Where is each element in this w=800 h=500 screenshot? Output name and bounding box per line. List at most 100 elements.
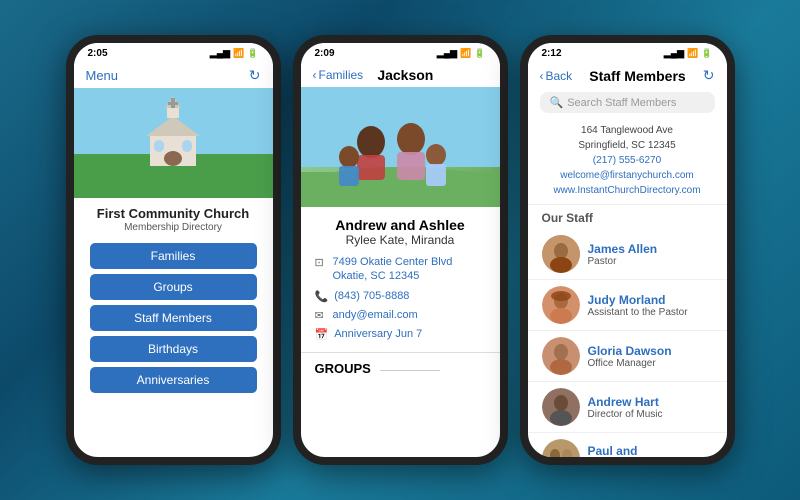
status-bar-1: 2:05 ▂▄▆ 📶 🔋 (74, 43, 273, 63)
search-bar[interactable]: 🔍 Search Staff Members (540, 92, 715, 113)
nav-title-jackson: Jackson (377, 67, 433, 83)
list-item[interactable]: Paul and Patricia Franks (528, 433, 727, 457)
staff-info-gloria: Gloria Dawson Office Manager (588, 344, 713, 369)
signal-icon-2: ▂▄▆ (437, 48, 457, 59)
nav-bar-1: Menu ↻ (74, 63, 273, 88)
avatar-gloria (542, 337, 580, 375)
time-1: 2:05 (88, 48, 108, 59)
list-item[interactable]: Andrew Hart Director of Music (528, 382, 727, 433)
avatar-judy (542, 286, 580, 324)
btn-staff[interactable]: Staff Members (90, 305, 257, 331)
refresh-3[interactable]: ↻ (703, 67, 715, 84)
btn-birthdays[interactable]: Birthdays (90, 336, 257, 362)
church-subtitle: Membership Directory (78, 222, 269, 233)
staff-name-james: James Allen (588, 242, 713, 256)
search-icon: 🔍 (550, 96, 564, 109)
detail-anniversary: 📅 Anniversary Jun 7 (315, 327, 486, 341)
phone-3-content: ‹ Back Staff Members ↻ 🔍 Search Staff Me… (528, 63, 727, 457)
family-image (301, 87, 500, 207)
church-image (74, 88, 273, 198)
church-illustration (128, 94, 218, 194)
location-icon: ⊡ (315, 256, 327, 269)
phone-icon: 📞 (315, 290, 329, 303)
family-name-main: Andrew and Ashlee (315, 217, 486, 233)
phone-text[interactable]: (843) 705-8888 (334, 289, 409, 303)
address-website[interactable]: www.InstantChurchDirectory.com (542, 183, 713, 198)
address-email[interactable]: welcome@firstanychurch.com (542, 168, 713, 183)
btn-groups[interactable]: Groups (90, 274, 257, 300)
staff-info-paul: Paul and Patricia Franks (588, 444, 713, 457)
staff-role-andrew: Director of Music (588, 409, 713, 420)
status-bar-2: 2:09 ▂▄▆ 📶 🔋 (301, 43, 500, 63)
address-phone[interactable]: (217) 555-6270 (542, 153, 713, 168)
staff-info-james: James Allen Pastor (588, 242, 713, 267)
email-icon: ✉ (315, 309, 327, 322)
calendar-icon: 📅 (315, 328, 329, 341)
staff-list: James Allen Pastor Judy Morland Assist (528, 229, 727, 457)
list-item[interactable]: James Allen Pastor (528, 229, 727, 280)
menu-label[interactable]: Menu (86, 68, 119, 83)
address-city: Springfield, SC 12345 (542, 138, 713, 153)
search-placeholder: Search Staff Members (567, 97, 676, 109)
back-chevron-3: ‹ (540, 69, 544, 83)
phone-1-content: Menu ↻ (74, 63, 273, 457)
wifi-icon-2: 📶 (460, 48, 471, 59)
status-bar-3: 2:12 ▂▄▆ 📶 🔋 (528, 43, 727, 63)
status-icons-3: ▂▄▆ 📶 🔋 (664, 48, 713, 59)
battery-icon-2: 🔋 (474, 48, 485, 59)
wifi-icon: 📶 (233, 48, 244, 59)
time-3: 2:12 (542, 48, 562, 59)
anniversary-text: Anniversary Jun 7 (334, 327, 422, 341)
staff-name-andrew: Andrew Hart (588, 395, 713, 409)
back-btn[interactable]: ‹ Back (540, 69, 573, 83)
church-address-block: 164 Tanglewood Ave Springfield, SC 12345… (528, 117, 727, 205)
signal-icon-3: ▂▄▆ (664, 48, 684, 59)
staff-info-judy: Judy Morland Assistant to the Pastor (588, 293, 713, 318)
list-item[interactable]: Gloria Dawson Office Manager (528, 331, 727, 382)
staff-info-andrew: Andrew Hart Director of Music (588, 395, 713, 420)
staff-section-title: Our Staff (528, 205, 727, 229)
list-item[interactable]: Judy Morland Assistant to the Pastor (528, 280, 727, 331)
refresh-icon-1[interactable]: ↻ (249, 67, 261, 84)
family-info: Andrew and Ashlee Rylee Kate, Miranda ⊡ … (301, 207, 500, 352)
staff-role-judy: Assistant to the Pastor (588, 307, 713, 318)
btn-families[interactable]: Families (90, 243, 257, 269)
staff-role-gloria: Office Manager (588, 358, 713, 369)
back-chevron: ‹ (313, 68, 317, 82)
battery-icon-3: 🔋 (701, 48, 712, 59)
email-text[interactable]: andy@email.com (333, 308, 418, 322)
nav-bar-3: ‹ Back Staff Members ↻ (528, 63, 727, 88)
nav-title-staff: Staff Members (589, 68, 685, 84)
back-label-families: Families (319, 68, 364, 82)
avatar-james (542, 235, 580, 273)
church-title: First Community Church Membership Direct… (74, 198, 273, 237)
address-text: 7499 Okatie Center BlvdOkatie, SC 12345 (333, 255, 453, 284)
phone-3: 2:12 ▂▄▆ 📶 🔋 ‹ Back Staff Members ↻ 🔍 Se… (520, 35, 735, 465)
family-name-kids: Rylee Kate, Miranda (315, 233, 486, 247)
wifi-icon-3: 📶 (687, 48, 698, 59)
address-street: 164 Tanglewood Ave (542, 123, 713, 138)
back-families[interactable]: ‹ Families (313, 68, 364, 82)
church-name: First Community Church (78, 206, 269, 221)
staff-name-judy: Judy Morland (588, 293, 713, 307)
staff-name-gloria: Gloria Dawson (588, 344, 713, 358)
signal-icon: ▂▄▆ (210, 48, 230, 59)
phone-2: 2:09 ▂▄▆ 📶 🔋 ‹ Families Jackson (293, 35, 508, 465)
avatar-paul (542, 439, 580, 457)
detail-email: ✉ andy@email.com (315, 308, 486, 322)
staff-name-paul: Paul and Patricia Franks (588, 444, 713, 457)
btn-anniversaries[interactable]: Anniversaries (90, 367, 257, 393)
back-label-3: Back (546, 69, 573, 83)
nav-bar-2: ‹ Families Jackson (301, 63, 500, 87)
phone-2-content: ‹ Families Jackson (301, 63, 500, 457)
status-icons-2: ▂▄▆ 📶 🔋 (437, 48, 486, 59)
staff-role-james: Pastor (588, 256, 713, 267)
menu-buttons: Families Groups Staff Members Birthdays … (74, 237, 273, 399)
avatar-andrew (542, 388, 580, 426)
groups-header: GROUPS (301, 352, 500, 380)
time-2: 2:09 (315, 48, 335, 59)
detail-address: ⊡ 7499 Okatie Center BlvdOkatie, SC 1234… (315, 255, 486, 284)
family-illustration (301, 87, 500, 207)
status-icons-1: ▂▄▆ 📶 🔋 (210, 48, 259, 59)
detail-phone: 📞 (843) 705-8888 (315, 289, 486, 303)
